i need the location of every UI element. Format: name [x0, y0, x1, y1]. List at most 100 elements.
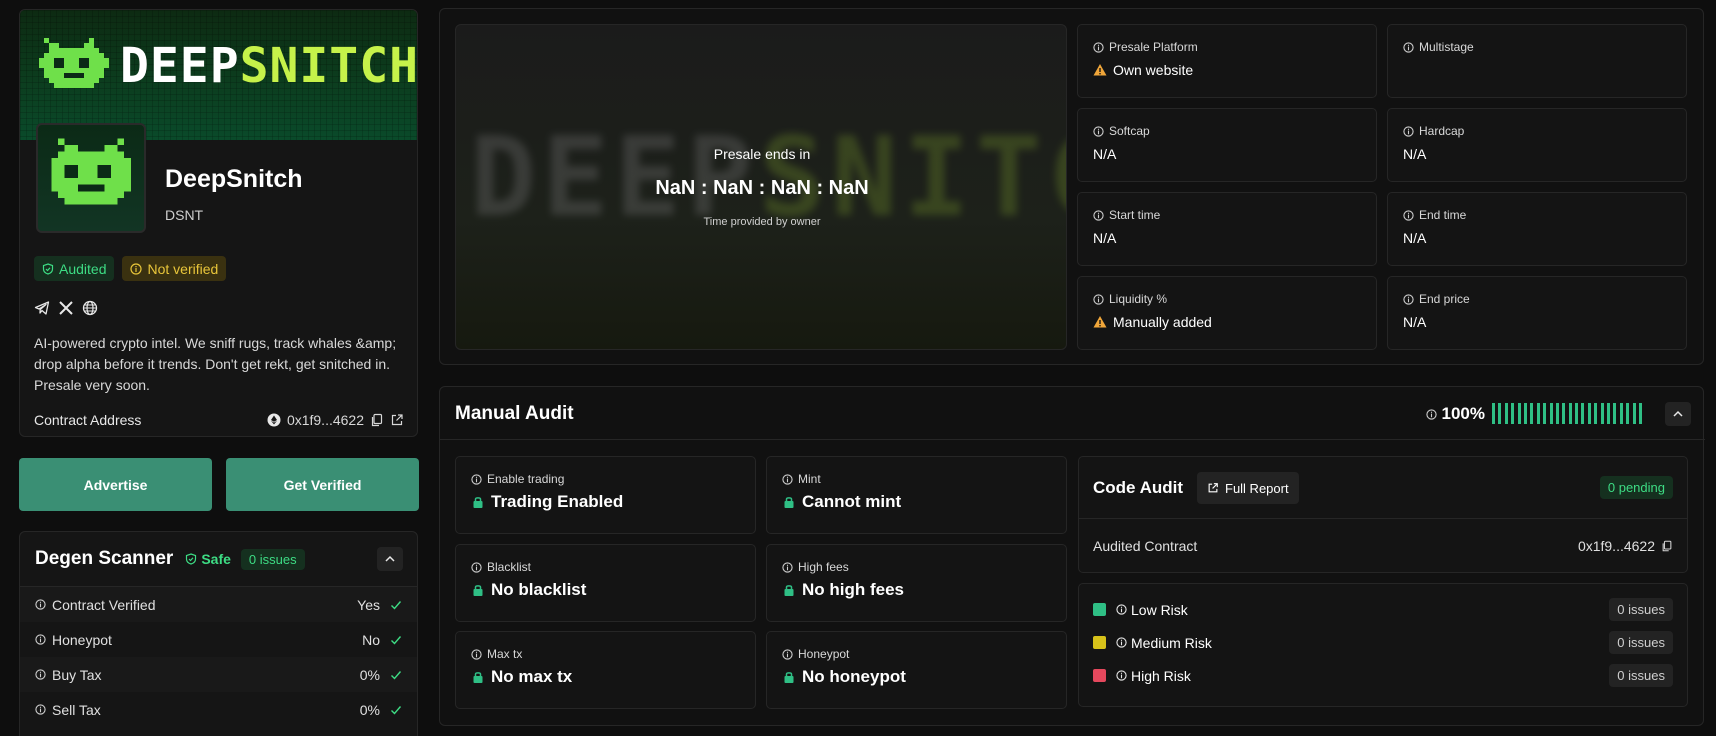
- code-audit-card: Code Audit Full Report 0 pending Audited…: [1078, 456, 1688, 573]
- check-high-fees: High fees No high fees: [766, 544, 1067, 622]
- audit-score-segment: [1632, 403, 1636, 424]
- website-link[interactable]: [82, 300, 98, 316]
- get-verified-button[interactable]: Get Verified: [226, 458, 419, 511]
- audit-score: 100%: [1425, 404, 1485, 424]
- risk-row-medium: Medium Risk 0 issues: [1079, 626, 1687, 659]
- telegram-link[interactable]: [34, 300, 50, 316]
- chevron-up-icon: [1673, 410, 1683, 417]
- audit-score-segment: [1543, 403, 1547, 424]
- manual-audit-header: Manual Audit 100%: [440, 387, 1705, 440]
- social-links: [34, 300, 98, 316]
- end-price-card: End price N/A: [1387, 276, 1687, 350]
- medium-risk-swatch: [1093, 636, 1106, 649]
- deepsnitch-logo-icon: [39, 38, 109, 88]
- lock-icon: [784, 497, 794, 508]
- external-link-icon: [1208, 483, 1218, 493]
- external-link-icon[interactable]: [390, 413, 404, 427]
- audit-score-segment: [1568, 403, 1572, 424]
- liquidity-card: Liquidity % Manually added: [1077, 276, 1377, 350]
- audit-score-segment: [1511, 403, 1515, 424]
- not-verified-badge: Not verified: [122, 256, 227, 281]
- presale-countdown-value: NaN : NaN : NaN : NaN: [655, 177, 869, 199]
- page: DEEPSNITCH DeepSnitch DSNT Audited Not v…: [0, 0, 1716, 736]
- token-badges: Audited Not verified: [34, 256, 227, 281]
- check-icon: [391, 600, 402, 610]
- audit-collapse-button[interactable]: [1665, 402, 1691, 426]
- info-icon: [1403, 125, 1414, 137]
- info-icon: [782, 561, 793, 573]
- presale-platform-card: Presale Platform Own website: [1077, 24, 1377, 98]
- code-audit-title: Code Audit: [1093, 478, 1184, 497]
- audit-score-segment: [1575, 403, 1579, 424]
- lock-icon: [784, 672, 794, 683]
- lock-icon: [473, 497, 483, 508]
- audit-score-bar: [1492, 403, 1642, 424]
- warning-icon: [1093, 64, 1107, 76]
- info-icon: [471, 648, 482, 660]
- check-max-tx: Max tx No max tx: [455, 631, 756, 709]
- scanner-collapse-button[interactable]: [377, 547, 403, 571]
- audit-score-segment: [1626, 403, 1630, 424]
- audit-score-segment: [1638, 403, 1642, 424]
- check-icon: [391, 635, 402, 645]
- manual-audit-title: Manual Audit: [455, 403, 574, 424]
- lock-icon: [473, 672, 483, 683]
- contract-address-value: 0x1f9...4622: [267, 412, 404, 428]
- token-avatar-icon: [51, 138, 131, 205]
- info-icon: [35, 634, 46, 645]
- info-icon: [782, 648, 793, 660]
- high-risk-issues: 0 issues: [1609, 664, 1673, 687]
- copy-icon[interactable]: [1661, 540, 1673, 552]
- token-card: DEEPSNITCH DeepSnitch DSNT Audited Not v…: [19, 9, 418, 437]
- info-icon: [471, 561, 482, 573]
- token-name: DeepSnitch: [165, 165, 303, 193]
- check-honeypot: Honeypot No honeypot: [766, 631, 1067, 709]
- audit-score-segment: [1536, 403, 1540, 424]
- telegram-icon: [34, 301, 50, 315]
- degen-scanner-panel: Degen Scanner Safe 0 issues Contract Ver…: [19, 531, 418, 736]
- contract-address-row: Contract Address 0x1f9...4622: [34, 412, 404, 428]
- check-icon: [391, 705, 402, 715]
- token-banner: DEEPSNITCH: [20, 10, 417, 140]
- info-icon: [1425, 408, 1437, 420]
- info-icon: [1403, 293, 1414, 305]
- softcap-card: Softcap N/A: [1077, 108, 1377, 182]
- safe-status: Safe: [185, 551, 231, 567]
- copy-icon[interactable]: [370, 413, 384, 427]
- start-time-card: Start time N/A: [1077, 192, 1377, 266]
- advertise-button[interactable]: Advertise: [19, 458, 212, 511]
- presale-countdown: DEEPSNITCH Presale ends in NaN : NaN : N…: [455, 24, 1067, 350]
- info-icon: [35, 704, 46, 715]
- audit-score-segment: [1549, 403, 1553, 424]
- info-icon: [35, 599, 46, 610]
- lock-icon: [473, 585, 483, 596]
- multistage-card: Multistage: [1387, 24, 1687, 98]
- low-risk-swatch: [1093, 603, 1106, 616]
- lock-icon: [784, 585, 794, 596]
- high-risk-swatch: [1093, 669, 1106, 682]
- degen-scanner-header: Degen Scanner Safe 0 issues: [20, 532, 417, 587]
- audited-contract-label: Audited Contract: [1093, 538, 1198, 554]
- check-icon: [391, 670, 402, 680]
- scanner-row: Contract Verified Yes: [20, 587, 417, 622]
- degen-scanner-title: Degen Scanner: [35, 548, 174, 569]
- audited-badge: Audited: [34, 256, 115, 281]
- token-avatar: [36, 123, 146, 233]
- info-icon: [130, 262, 143, 275]
- token-symbol: DSNT: [165, 207, 204, 223]
- x-link[interactable]: [58, 300, 74, 316]
- x-icon: [59, 301, 73, 315]
- info-icon: [1093, 209, 1104, 221]
- warning-icon: [1093, 316, 1107, 328]
- presale-time-note: Time provided by owner: [703, 216, 821, 228]
- audit-score-segment: [1523, 403, 1527, 424]
- shield-check-icon: [42, 262, 54, 275]
- full-report-button[interactable]: Full Report: [1197, 472, 1299, 504]
- audited-contract-row: Audited Contract 0x1f9...4622: [1079, 519, 1687, 573]
- audit-score-segment: [1517, 403, 1521, 424]
- audit-score-segment: [1498, 403, 1502, 424]
- audit-score-segment: [1613, 403, 1617, 424]
- info-icon: [1093, 293, 1104, 305]
- hardcap-card: Hardcap N/A: [1387, 108, 1687, 182]
- audit-score-segment: [1555, 403, 1559, 424]
